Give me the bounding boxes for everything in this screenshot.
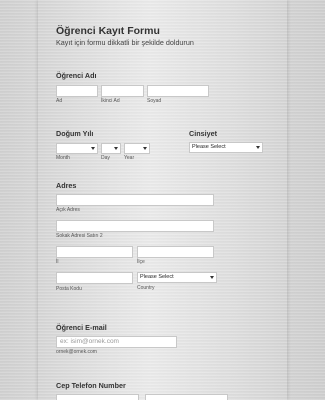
- city-input[interactable]: [56, 246, 133, 258]
- phone-area-input[interactable]: [56, 394, 139, 400]
- middle-name-sublabel: İkinci Ad: [101, 98, 120, 104]
- chevron-down-icon: [256, 146, 260, 149]
- postal-code-input[interactable]: [56, 272, 133, 284]
- last-name-sublabel: Soyad: [147, 98, 162, 104]
- birth-day-sublabel: Day: [101, 155, 110, 161]
- birth-day-select[interactable]: [101, 143, 121, 154]
- birth-month-sublabel: Month: [56, 155, 70, 161]
- phone-label: Cep Telefon Number: [56, 381, 126, 390]
- address-line1-sublabel: Açık Adres: [56, 207, 80, 213]
- first-name-input[interactable]: [56, 85, 98, 97]
- chevron-down-icon: [91, 147, 95, 150]
- birth-year-sublabel: Year: [124, 155, 135, 161]
- birth-date-label: Doğum Yılı: [56, 129, 94, 138]
- form-subtitle: Kayıt için formu dikkatli bir şekilde do…: [56, 38, 194, 47]
- gender-label: Cinsiyet: [189, 129, 217, 138]
- country-select[interactable]: Please Select: [137, 272, 217, 283]
- country-sublabel: Country: [137, 285, 155, 291]
- last-name-input[interactable]: [147, 85, 209, 97]
- district-sublabel: İlçe: [137, 259, 145, 265]
- student-name-label: Öğrenci Adı: [56, 71, 97, 80]
- address-line2-input[interactable]: [56, 220, 214, 232]
- gender-select[interactable]: Please Select: [189, 142, 263, 153]
- email-sublabel: ornek@ornek.com: [56, 349, 97, 355]
- middle-name-input[interactable]: [101, 85, 144, 97]
- chevron-down-icon: [114, 147, 118, 150]
- phone-number-input[interactable]: [145, 394, 228, 400]
- email-placeholder: ex: isim@ornek.com: [60, 338, 119, 345]
- chevron-down-icon: [143, 147, 147, 150]
- first-name-sublabel: Ad: [56, 98, 63, 104]
- city-sublabel: İl: [56, 259, 59, 265]
- chevron-down-icon: [210, 276, 214, 279]
- district-input[interactable]: [137, 246, 214, 258]
- postal-code-sublabel: Posta Kodu: [56, 286, 82, 292]
- address-line2-sublabel: Sokak Adresi Satırı 2: [56, 233, 103, 239]
- birth-month-select[interactable]: [56, 143, 98, 154]
- address-label: Adres: [56, 181, 77, 190]
- birth-year-select[interactable]: [124, 143, 150, 154]
- email-label: Öğrenci E-mail: [56, 323, 107, 332]
- address-line1-input[interactable]: [56, 194, 214, 206]
- form-title: Öğrenci Kayıt Formu: [56, 25, 160, 37]
- email-input[interactable]: ex: isim@ornek.com: [56, 336, 177, 348]
- gender-select-value: Please Select: [192, 144, 226, 150]
- country-select-value: Please Select: [140, 274, 174, 280]
